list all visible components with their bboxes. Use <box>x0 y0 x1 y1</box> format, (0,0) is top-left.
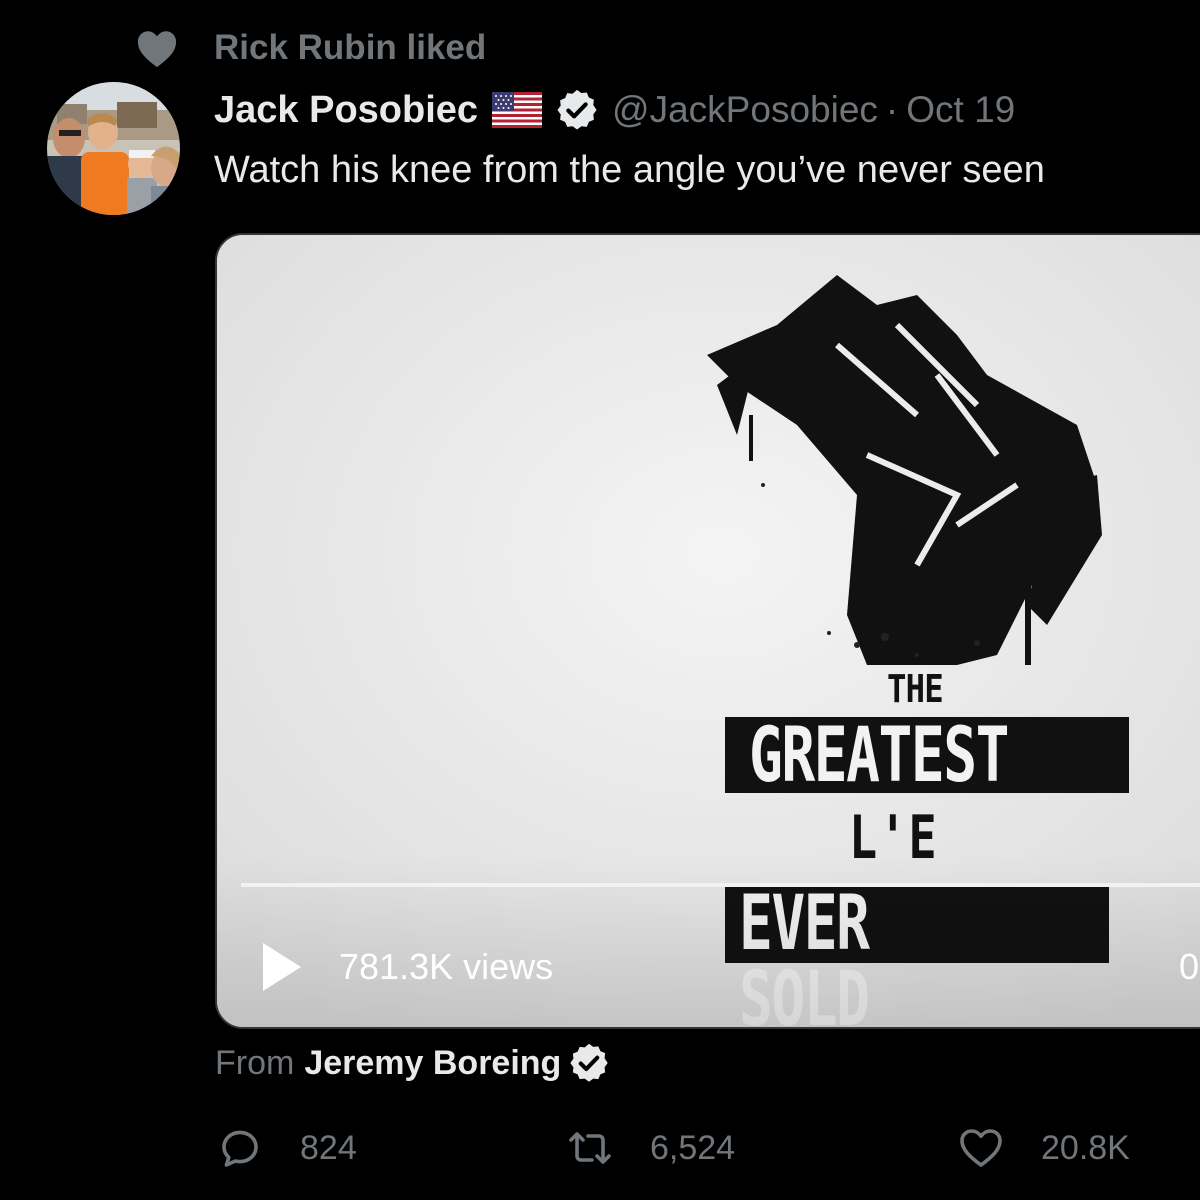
verified-badge-icon <box>557 89 597 130</box>
retweet-count: 6,524 <box>650 1128 736 1167</box>
video-controls-gradient <box>217 855 1200 1027</box>
heart-icon <box>137 31 177 68</box>
tweet-actions: 824 6,524 20.8K <box>0 1120 1200 1176</box>
video-player[interactable]: THE GREATEST L'E EVER SOLD 781.3K views … <box>215 233 1200 1029</box>
reply-icon <box>222 1130 258 1167</box>
avatar-photo <box>47 82 180 215</box>
separator-dot: · <box>885 89 899 130</box>
reply-button[interactable]: 824 <box>216 1120 357 1176</box>
social-context-text[interactable]: Rick Rubin liked <box>214 28 486 68</box>
verified-badge-icon <box>570 1043 609 1082</box>
heart-outline-icon <box>960 1129 1002 1167</box>
like-button[interactable]: 20.8K <box>957 1120 1130 1176</box>
author-handle[interactable]: @JackPosobiec <box>612 89 878 131</box>
tweet-text: Watch his knee from the angle you’ve nev… <box>214 149 1045 191</box>
reply-count: 824 <box>300 1128 357 1167</box>
us-flag-icon <box>492 92 543 128</box>
attribution-name[interactable]: Jeremy Boreing <box>304 1044 561 1083</box>
play-icon[interactable] <box>261 941 303 993</box>
attribution-label: From <box>215 1043 295 1082</box>
like-count: 20.8K <box>1041 1128 1130 1167</box>
video-duration: 0 <box>1179 946 1200 987</box>
tweet-header: Jack Posobiec @JackPosobiec · Oct 19 <box>214 84 1015 136</box>
author-name[interactable]: Jack Posobiec <box>214 89 478 132</box>
tweet-date[interactable]: Oct 19 <box>906 89 1015 131</box>
video-attribution: From Jeremy Boreing <box>215 1040 611 1086</box>
video-progress-bar[interactable] <box>241 883 1200 887</box>
view-count: 781.3K views <box>339 946 554 987</box>
retweet-icon <box>569 1132 611 1164</box>
retweet-button[interactable]: 6,524 <box>566 1120 735 1176</box>
avatar[interactable] <box>47 82 180 215</box>
